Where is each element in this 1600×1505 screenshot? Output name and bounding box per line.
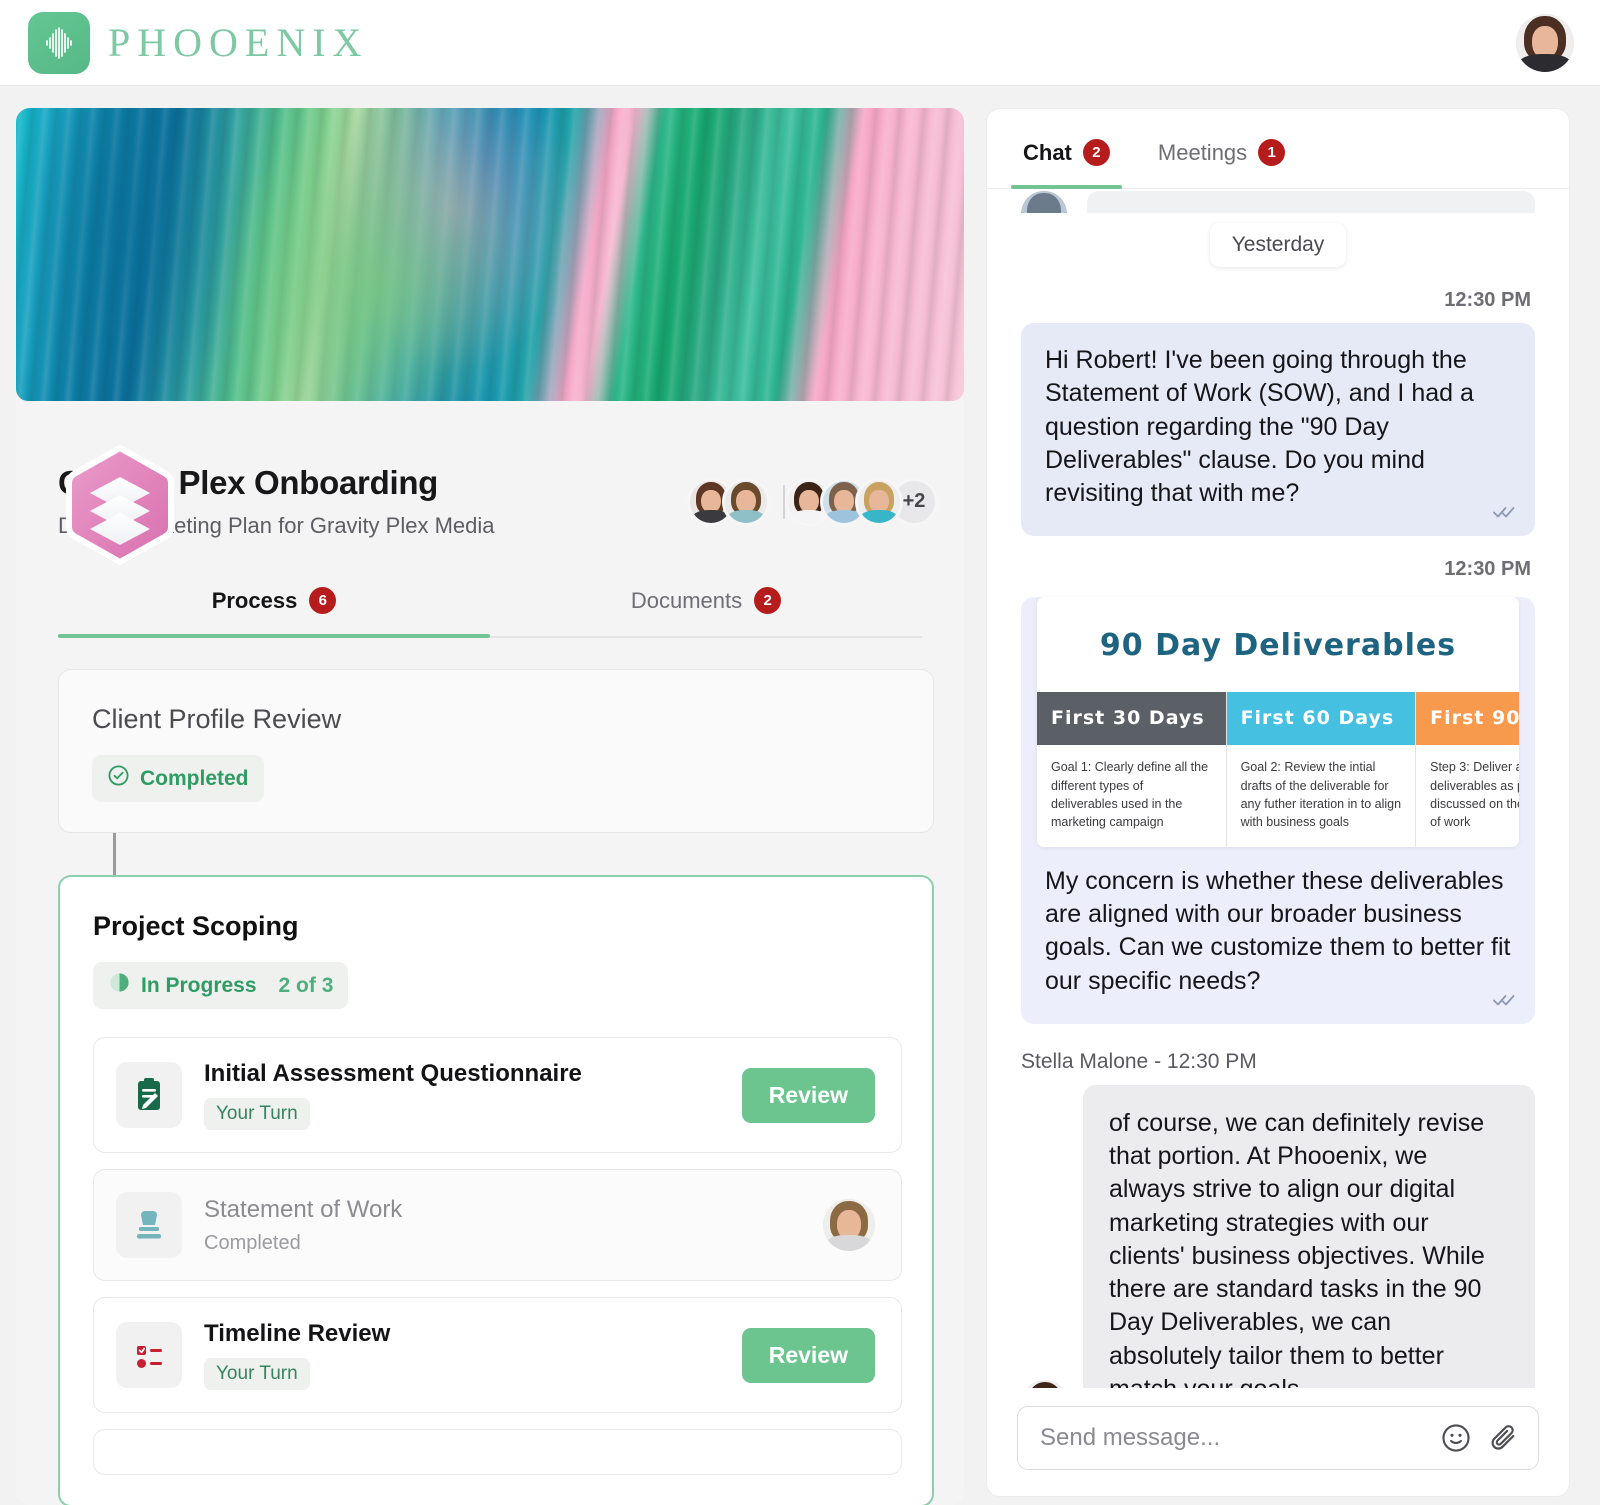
tab-chat-label: Chat <box>1023 139 1072 165</box>
member-avatar-group[interactable]: +2 <box>687 477 938 526</box>
composer-field-wrap[interactable] <box>1017 1406 1539 1470</box>
project-banner <box>16 108 964 401</box>
brand-logo[interactable]: PHOOENIX <box>28 11 369 74</box>
page-body: Gravity Plex Onboarding Digital Marketin… <box>0 86 1600 1505</box>
task-name: Statement of Work <box>204 1195 403 1223</box>
project-panel: Gravity Plex Onboarding Digital Marketin… <box>16 108 964 1505</box>
message-text: of course, we can definitely revise that… <box>1109 1108 1485 1388</box>
user-avatar[interactable] <box>1516 13 1574 72</box>
task-row-partial[interactable] <box>93 1429 902 1475</box>
chat-panel: Chat 2 Meetings 1 Yesterday 12:30 PM Hi <box>986 108 1570 1497</box>
message-bubble <box>1087 191 1535 213</box>
message-text: Hi Robert! I've been going through the S… <box>1045 346 1474 507</box>
avatar <box>1021 191 1067 213</box>
tab-chat-count: 2 <box>1082 139 1110 166</box>
half-circle-icon <box>108 971 131 1000</box>
task-list: Initial Assessment Questionnaire Your Tu… <box>93 1037 902 1475</box>
stage-card-client-profile-review[interactable]: Client Profile Review Completed <box>58 669 934 833</box>
attachment-column-body: Goal 2: Review the intial drafts of the … <box>1240 760 1402 829</box>
day-separator-label: Yesterday <box>1209 223 1347 267</box>
check-circle-icon <box>107 764 130 793</box>
status-count: 2 of 3 <box>278 973 334 997</box>
attachment-column-header: First 30 Days <box>1037 692 1226 746</box>
message-bubble-incoming[interactable]: of course, we can definitely revise that… <box>1083 1084 1535 1388</box>
status-label: In Progress <box>141 973 257 997</box>
day-separator: Yesterday <box>1021 223 1535 267</box>
task-name: Timeline Review <box>204 1320 391 1347</box>
status-label: Completed <box>140 766 249 790</box>
attachment-column: First 30 Days Goal 1: Clearly define all… <box>1037 692 1227 847</box>
avatar[interactable] <box>1021 1380 1069 1388</box>
message-row-incoming: of course, we can definitely revise that… <box>1021 1084 1535 1388</box>
tab-process[interactable]: Process 6 <box>58 587 490 638</box>
attachment-column-body: Step 3: Deliver all final deliverables a… <box>1430 760 1519 829</box>
stage-title: Client Profile Review <box>92 704 342 734</box>
attachment-column-header: First 90 Days <box>1416 692 1519 746</box>
layers-hexagon-icon <box>66 445 174 565</box>
attachment-column: First 60 Days Goal 2: Review the intial … <box>1226 692 1417 847</box>
tab-documents[interactable]: Documents 2 <box>490 587 922 636</box>
brand-name: PHOOENIX <box>108 20 369 65</box>
previous-message-clipped <box>1021 191 1535 213</box>
search-input message-input[interactable] <box>1040 1424 1424 1452</box>
tab-process-label: Process <box>211 587 298 613</box>
status-badge: Completed <box>92 755 264 802</box>
message-text: My concern is whether these deliverables… <box>1045 866 1511 995</box>
double-check-icon <box>1493 990 1519 1014</box>
task-status: Completed <box>204 1231 301 1254</box>
stage-card-project-scoping[interactable]: Project Scoping In Progress 2 of 3 Initi… <box>58 875 934 1505</box>
message-sender: Stella Malone - 12:30 PM <box>1021 1049 1257 1073</box>
avatar[interactable] <box>722 477 770 526</box>
double-check-icon <box>1493 502 1519 526</box>
paperclip-icon[interactable] <box>1488 1422 1520 1454</box>
project-tabs: Process 6 Documents 2 <box>58 587 922 638</box>
attachment-column-body: Goal 1: Clearly define all the different… <box>1051 760 1209 829</box>
review-button[interactable]: Review <box>741 1327 875 1383</box>
task-assignee-avatar[interactable] <box>823 1199 875 1251</box>
attachment-preview[interactable]: 90 Day Deliverables First 30 Days Goal 1… <box>1037 597 1519 847</box>
task-badge: Your Turn <box>204 1098 310 1130</box>
task-row-initial-assessment-questionnaire[interactable]: Initial Assessment Questionnaire Your Tu… <box>93 1037 902 1153</box>
attachment-column: First 90 Days Step 3: Deliver all final … <box>1416 692 1519 847</box>
task-row-statement-of-work[interactable]: Statement of Work Completed <box>93 1169 902 1281</box>
task-row-timeline-review[interactable]: Timeline Review Your Turn Review <box>93 1297 902 1413</box>
sound-wave-icon <box>28 11 90 74</box>
message-list[interactable]: Yesterday 12:30 PM Hi Robert! I've been … <box>987 189 1569 1388</box>
message-composer <box>987 1388 1569 1496</box>
status-badge: In Progress 2 of 3 <box>93 962 349 1009</box>
top-bar: PHOOENIX <box>0 0 1600 86</box>
message-timestamp: 12:30 PM <box>1444 289 1531 311</box>
stamp-icon <box>116 1192 182 1258</box>
message-timestamp: 12:30 PM <box>1444 558 1531 581</box>
task-name: Initial Assessment Questionnaire <box>204 1060 582 1087</box>
review-button[interactable]: Review <box>741 1067 875 1123</box>
tab-documents-label: Documents <box>630 587 743 613</box>
tab-meetings-count: 1 <box>1258 139 1286 166</box>
tab-meetings-label: Meetings <box>1157 139 1248 165</box>
tab-chat[interactable]: Chat 2 <box>999 109 1134 189</box>
attachment-title: 90 Day Deliverables <box>1099 628 1457 664</box>
attachment-column-header: First 60 Days <box>1226 692 1416 746</box>
chat-panel-tabs: Chat 2 Meetings 1 <box>987 109 1569 189</box>
process-stage-list: Client Profile Review Completed Project … <box>16 638 964 1505</box>
stage-title: Project Scoping <box>93 911 299 941</box>
smiley-icon[interactable] <box>1440 1422 1472 1454</box>
checklist-icon <box>116 1322 182 1388</box>
clipboard-pencil-icon <box>116 1062 182 1128</box>
message-bubble-outgoing[interactable]: 90 Day Deliverables First 30 Days Goal 1… <box>1021 597 1535 1024</box>
message-bubble-outgoing[interactable]: Hi Robert! I've been going through the S… <box>1021 323 1535 537</box>
avatar[interactable] <box>855 477 903 526</box>
task-badge: Your Turn <box>204 1358 310 1390</box>
stage-connector <box>113 833 116 875</box>
tab-process-count: 6 <box>309 587 337 614</box>
tab-documents-count: 2 <box>754 587 782 614</box>
tab-meetings[interactable]: Meetings 1 <box>1134 109 1309 188</box>
